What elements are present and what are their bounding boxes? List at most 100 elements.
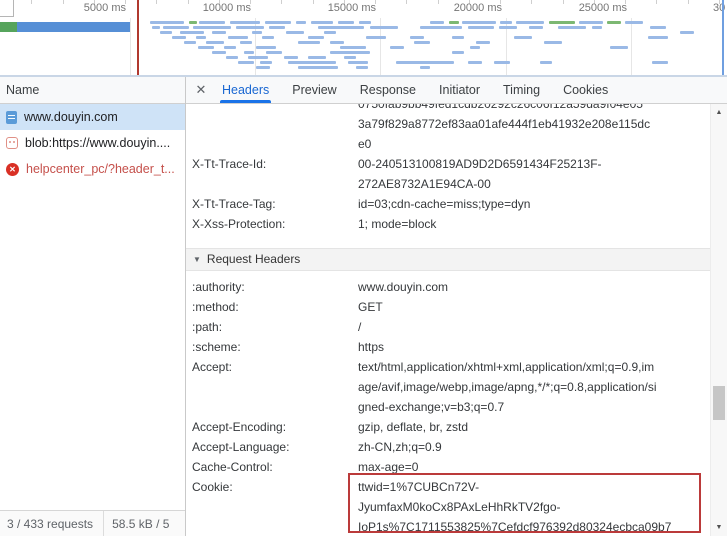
tab-label: Headers	[222, 83, 269, 97]
header-name: :authority:	[192, 277, 358, 297]
timeline-ruler: 5000 ms10000 ms15000 ms20000 ms25000 ms3…	[0, 0, 727, 18]
waterfall-bar	[196, 36, 206, 39]
document-request-bar	[0, 22, 17, 32]
waterfall-bar	[224, 46, 236, 49]
waterfall-bar	[150, 21, 184, 24]
header-name: Accept-Language:	[192, 437, 358, 457]
waterfall-bar	[284, 56, 298, 59]
waterfall-bar	[452, 51, 464, 54]
header-name: Cookie:	[192, 477, 358, 536]
waterfall-bar	[648, 36, 668, 39]
waterfall-bar	[470, 46, 480, 49]
waterfall-bar	[579, 21, 603, 24]
request-row[interactable]: ✕helpcenter_pc/?header_t...	[0, 156, 185, 182]
waterfall-bar	[468, 26, 494, 29]
ruler-label: 10000 ms	[155, 2, 251, 14]
status-bar: 3 / 433 requests 58.5 kB / 5	[0, 510, 185, 536]
header-name: X-Xss-Protection:	[192, 214, 358, 234]
header-row: Cookie:ttwid=1%7CUBCn72V-JyumfaxM0koCx8P…	[186, 477, 710, 536]
waterfall-bar	[610, 46, 628, 49]
waterfall-bar	[348, 61, 368, 64]
waterfall-bar	[452, 36, 464, 39]
waterfall-bar	[298, 41, 320, 44]
waterfall-bar	[230, 21, 260, 24]
document-icon	[6, 111, 17, 124]
waterfall-bar	[266, 51, 282, 54]
name-column-header[interactable]: Name	[0, 77, 185, 104]
waterfall-bar	[680, 31, 694, 34]
waterfall-bar	[468, 61, 482, 64]
header-value-line: IoP1s%7C1711553825%7Cefdcf976392d80324ec…	[358, 517, 710, 536]
waterfall-bar	[338, 21, 354, 24]
header-row: Cache-Control:max-age=0	[186, 457, 710, 477]
network-overview[interactable]	[0, 18, 727, 75]
header-value-line: age/avif,image/webp,image/apng,*/*;q=0.8…	[358, 377, 710, 397]
scroll-up-icon[interactable]: ▲	[711, 104, 727, 121]
tab-cookies[interactable]: Cookies	[557, 77, 614, 103]
ruler-label: 20000 ms	[406, 2, 502, 14]
ruler-label: 30	[713, 2, 727, 14]
size-summary: 58.5 kB / 5	[104, 517, 169, 531]
error-icon: ✕	[6, 163, 19, 176]
waterfall-bar	[238, 61, 254, 64]
request-label: blob:https://www.douyin....	[25, 136, 170, 150]
header-value: gzip, deflate, br, zstd	[358, 417, 710, 437]
waterfall-bar	[160, 31, 172, 34]
request-row[interactable]: blob:https://www.douyin....	[0, 130, 185, 156]
waterfall-bar	[476, 41, 490, 44]
waterfall-bar	[308, 56, 326, 59]
header-value: max-age=0	[358, 457, 710, 477]
waterfall-bar	[330, 41, 344, 44]
header-row: :path:/	[186, 317, 710, 337]
waterfall-bar	[410, 36, 424, 39]
request-row[interactable]: www.douyin.com	[0, 104, 185, 130]
doc-line	[8, 118, 15, 119]
waterfall-bar	[318, 26, 364, 29]
tab-initiator[interactable]: Initiator	[433, 77, 486, 103]
header-value-line: ttwid=1%7CUBCn72V-	[358, 477, 710, 497]
waterfall-bar	[344, 56, 356, 59]
waterfall-bar	[420, 66, 430, 69]
tab-headers[interactable]: Headers	[216, 77, 275, 103]
waterfall-bar	[396, 61, 454, 64]
waterfall-bar	[262, 36, 274, 39]
waterfall-bar	[288, 61, 336, 64]
waterfall-bar	[236, 26, 264, 29]
detail-tab-bar: ✕ Headers Preview Response Initiator Timing C…	[186, 77, 727, 104]
waterfall-bar	[265, 21, 291, 24]
header-value: text/html,application/xhtml+xml,applicat…	[358, 357, 710, 417]
waterfall-bar	[252, 31, 262, 34]
header-name: :method:	[192, 297, 358, 317]
waterfall-bar	[540, 61, 552, 64]
vertical-scrollbar[interactable]: ▲ ▼	[710, 104, 727, 536]
header-row: :method:GET	[186, 297, 710, 317]
waterfall-bar	[366, 36, 386, 39]
tab-label: Timing	[503, 83, 540, 97]
waterfall-bar	[529, 26, 543, 29]
waterfall-bar	[228, 36, 248, 39]
waterfall-bar	[244, 51, 254, 54]
header-row: 0750fab9bb49fed1cdb20292c26c06f12a59da9f…	[186, 104, 710, 154]
tab-timing[interactable]: Timing	[497, 77, 546, 103]
media-icon	[6, 137, 18, 149]
overview-gridline	[130, 18, 131, 75]
tab-label: Response	[360, 83, 416, 97]
header-value: /	[358, 317, 710, 337]
waterfall-bar	[625, 21, 643, 24]
waterfall-bar	[163, 26, 189, 29]
scroll-down-icon[interactable]: ▼	[711, 519, 727, 536]
waterfall-bar	[184, 41, 196, 44]
doc-line	[8, 115, 15, 116]
header-value: 1; mode=block	[358, 214, 710, 234]
waterfall-bar	[359, 21, 371, 24]
scrollbar-thumb[interactable]	[713, 386, 725, 420]
request-headers-section[interactable]: ▼Request Headers	[186, 248, 710, 271]
tab-response[interactable]: Response	[354, 77, 422, 103]
header-row: Accept-Encoding:gzip, deflate, br, zstd	[186, 417, 710, 437]
tab-preview[interactable]: Preview	[286, 77, 342, 103]
waterfall-bar	[462, 21, 496, 24]
media-dot	[13, 141, 15, 143]
request-list: www.douyin.com blob:https://www.douyin...…	[0, 104, 185, 510]
waterfall-bar	[212, 51, 226, 54]
close-icon[interactable]: ✕	[186, 77, 216, 103]
